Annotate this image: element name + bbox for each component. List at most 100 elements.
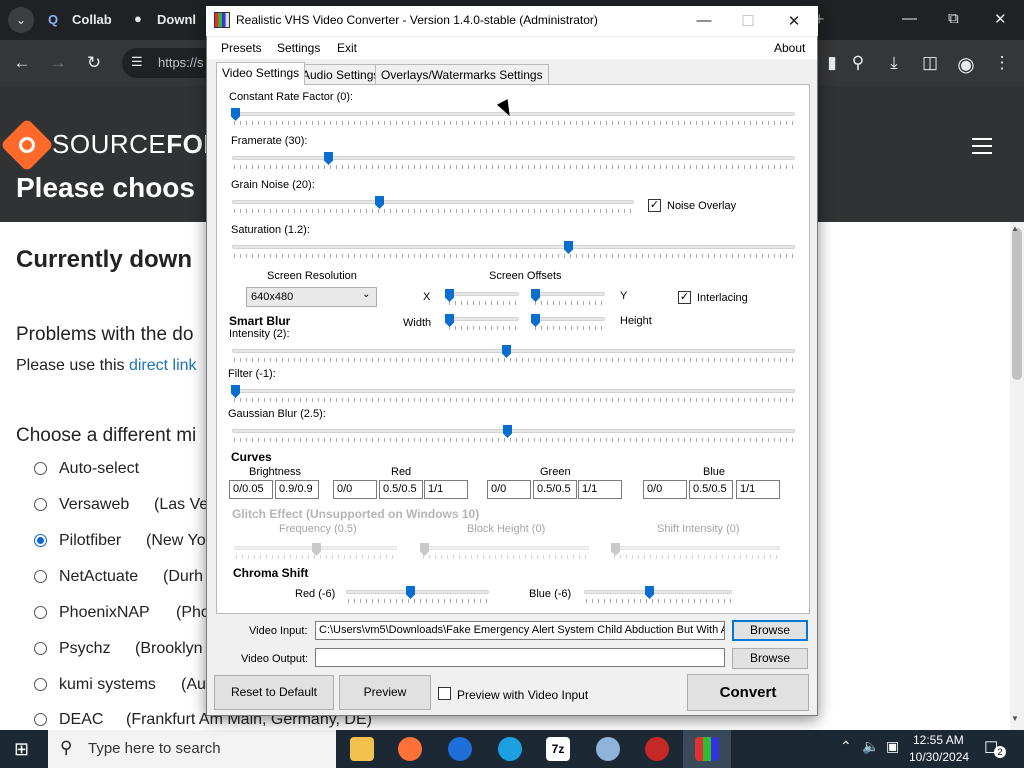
maximize-button[interactable]: ☐ bbox=[738, 12, 758, 30]
glitch-frequency-ticks bbox=[236, 555, 396, 559]
preview-button[interactable]: Preview bbox=[339, 675, 431, 710]
side-panel-icon[interactable]: ◫ bbox=[918, 53, 942, 73]
intensity-slider-track[interactable] bbox=[232, 349, 795, 353]
profile-avatar-icon[interactable]: ◉ bbox=[954, 52, 978, 77]
mirror-radio-netactuate[interactable] bbox=[34, 570, 47, 583]
flask-icon[interactable]: ⚲ bbox=[846, 53, 870, 73]
scroll-down-icon[interactable]: ▼ bbox=[1011, 714, 1019, 723]
filter-slider-track[interactable] bbox=[232, 389, 795, 393]
offset-width-slider-track[interactable] bbox=[447, 317, 519, 321]
mirror-radio-deac[interactable] bbox=[34, 713, 47, 726]
clock-time[interactable]: 12:55 AM bbox=[913, 733, 964, 747]
close-button[interactable]: ✕ bbox=[784, 12, 804, 30]
download-icon[interactable]: ⤓ bbox=[882, 53, 906, 73]
video-input-label: Video Input: bbox=[249, 625, 308, 637]
seven-zip-icon[interactable]: 7z bbox=[546, 737, 570, 761]
blue-curve-low-input[interactable]: 0/0 bbox=[643, 480, 687, 499]
mirror-radio-pilotfiber[interactable] bbox=[34, 534, 47, 547]
video-output-field[interactable] bbox=[315, 648, 725, 667]
browser-tab-collab[interactable]: Collab bbox=[72, 12, 112, 27]
chrome-icon[interactable] bbox=[448, 737, 472, 761]
direct-link-sentence: Please use this direct link bbox=[16, 357, 197, 375]
edge-icon[interactable] bbox=[498, 737, 522, 761]
offset-x-slider-track[interactable] bbox=[447, 292, 519, 296]
scroll-up-icon[interactable]: ▲ bbox=[1011, 224, 1019, 233]
vhs-converter-taskbar-icon[interactable] bbox=[695, 737, 719, 761]
page-scrollbar-thumb[interactable] bbox=[1012, 228, 1022, 380]
tab-overlays-watermarks[interactable]: Overlays/Watermarks Settings bbox=[375, 64, 549, 84]
blue-curve-mid-input[interactable]: 0.5/0.5 bbox=[689, 480, 733, 499]
clock-date[interactable]: 10/30/2024 bbox=[909, 750, 969, 764]
gaussian-blur-ticks bbox=[234, 438, 794, 442]
browser-menu-icon[interactable]: ⋮ bbox=[990, 53, 1014, 73]
menu-settings[interactable]: Settings bbox=[277, 41, 320, 55]
mirror-radio-phoenixnap[interactable] bbox=[34, 606, 47, 619]
menu-presets[interactable]: Presets bbox=[221, 41, 262, 55]
gaussian-blur-slider-track[interactable] bbox=[232, 429, 795, 433]
filter-label: Filter (-1): bbox=[228, 368, 276, 380]
menu-about[interactable]: About bbox=[774, 41, 805, 55]
curves-heading: Curves bbox=[231, 450, 272, 464]
file-explorer-icon[interactable] bbox=[350, 737, 374, 761]
red-curve-mid-input[interactable]: 0.5/0.5 bbox=[379, 480, 423, 499]
mirror-name: Pilotfiber bbox=[59, 532, 122, 549]
video-input-field[interactable]: C:\Users\vm5\Downloads\Fake Emergency Al… bbox=[315, 621, 725, 640]
menu-exit[interactable]: Exit bbox=[337, 41, 357, 55]
back-arrow-icon[interactable]: ← bbox=[10, 53, 34, 73]
hamburger-menu-icon[interactable] bbox=[972, 138, 992, 154]
noise-overlay-checkbox[interactable] bbox=[648, 199, 661, 212]
reload-icon[interactable]: ↻ bbox=[82, 53, 106, 73]
minimize-button[interactable]: — bbox=[694, 12, 714, 29]
mirror-radio-kumi-systems[interactable] bbox=[34, 678, 47, 691]
green-curve-low-input[interactable]: 0/0 bbox=[487, 480, 531, 499]
green-curve-mid-input[interactable]: 0.5/0.5 bbox=[533, 480, 577, 499]
brightness-curve-high-input[interactable]: 0.9/0.9 bbox=[275, 480, 319, 499]
direct-link[interactable]: direct link bbox=[129, 357, 197, 374]
windows-start-icon[interactable]: ⊞ bbox=[14, 739, 29, 760]
red-curve-high-input[interactable]: 1/1 bbox=[424, 480, 468, 499]
browser-close-button[interactable]: ✕ bbox=[994, 10, 1007, 28]
browser-restore-button[interactable]: ⧉ bbox=[948, 10, 959, 27]
forward-arrow-icon[interactable]: → bbox=[46, 53, 70, 73]
video-input-browse-button[interactable]: Browse bbox=[732, 620, 808, 641]
tab-search-button[interactable]: ⌄ bbox=[8, 7, 34, 33]
chroma-red-slider-track[interactable] bbox=[346, 590, 489, 594]
chevron-down-icon[interactable]: ⌄ bbox=[362, 289, 370, 300]
globe-app-icon[interactable] bbox=[596, 737, 620, 761]
reset-to-default-button[interactable]: Reset to Default bbox=[214, 675, 334, 710]
convert-button[interactable]: Convert bbox=[687, 674, 809, 711]
interlacing-checkbox[interactable] bbox=[678, 291, 691, 304]
video-output-browse-button[interactable]: Browse bbox=[732, 648, 808, 669]
firefox-icon[interactable] bbox=[398, 737, 422, 761]
mirror-radio-versaweb[interactable] bbox=[34, 498, 47, 511]
window-title: Realistic VHS Video Converter - Version … bbox=[236, 13, 598, 27]
tab-audio-settings[interactable]: Audio Settings bbox=[296, 64, 386, 84]
noise-overlay-label: Noise Overlay bbox=[667, 200, 737, 212]
offset-height-ticks bbox=[535, 326, 604, 330]
blue-curve-high-input[interactable]: 1/1 bbox=[736, 480, 780, 499]
mirror-radio-psychz[interactable] bbox=[34, 642, 47, 655]
mirror-name: Versaweb bbox=[59, 496, 130, 513]
preview-with-video-input-checkbox[interactable] bbox=[438, 687, 451, 700]
offset-y-slider-track[interactable] bbox=[533, 292, 605, 296]
browser-minimize-button[interactable]: — bbox=[902, 10, 917, 27]
red-curve-low-input[interactable]: 0/0 bbox=[333, 480, 377, 499]
grain-noise-slider-track[interactable] bbox=[232, 200, 634, 204]
saturation-slider-track[interactable] bbox=[232, 245, 795, 249]
download-status-heading: Currently down bbox=[16, 246, 193, 273]
screen-resolution-select[interactable]: 640x480 bbox=[246, 287, 377, 307]
browser-tab-download[interactable]: Downl bbox=[157, 12, 196, 27]
chevron-up-icon[interactable]: ⌃ bbox=[840, 738, 852, 755]
green-curve-high-input[interactable]: 1/1 bbox=[578, 480, 622, 499]
volume-icon[interactable]: 🔈 bbox=[862, 738, 879, 755]
tab-video-settings[interactable]: Video Settings bbox=[216, 62, 306, 85]
site-info-icon[interactable]: ☰ bbox=[131, 54, 143, 70]
red-app-icon[interactable] bbox=[645, 737, 669, 761]
chroma-blue-slider-track[interactable] bbox=[584, 590, 732, 594]
framerate-slider-track[interactable] bbox=[232, 156, 795, 160]
offset-height-slider-track[interactable] bbox=[533, 317, 605, 321]
network-icon[interactable]: ▣ bbox=[886, 738, 899, 755]
mirror-radio-auto-select[interactable] bbox=[34, 462, 47, 475]
brightness-curve-low-input[interactable]: 0/0.05 bbox=[229, 480, 273, 499]
extensions-icon[interactable]: ▮ bbox=[820, 53, 844, 73]
